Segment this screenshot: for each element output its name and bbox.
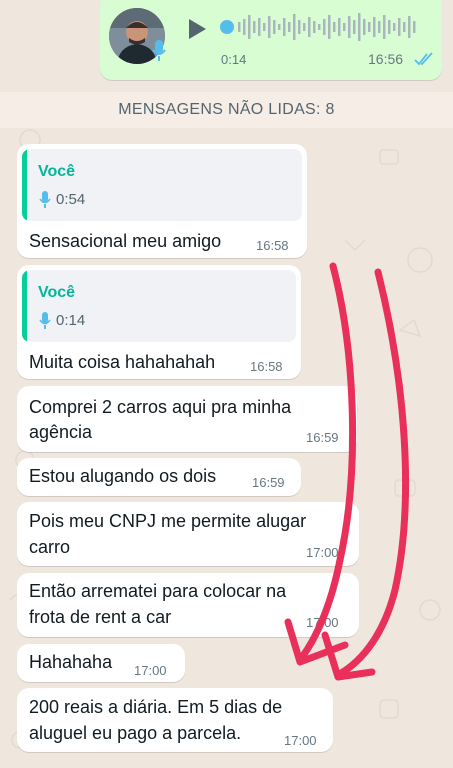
play-icon[interactable] [186,18,208,40]
incoming-message[interactable]: Pois meu CNPJ me permite alugar carro 17… [17,502,359,566]
quote-author: Você [38,284,76,301]
message-text-line: Comprei 2 carros aqui pra minha [29,397,292,417]
incoming-message[interactable]: Você 0:14 Muita coisa hahahahah 16:58 [17,265,301,379]
message-text-line: Pois meu CNPJ me permite alugar [29,511,307,531]
unread-messages-banner: MENSAGENS NÃO LIDAS: 8 [0,92,453,128]
quote-duration: 0:54 [56,191,86,208]
mic-icon [152,40,166,61]
mic-icon [39,191,51,208]
incoming-message[interactable]: Você 0:54 Sensacional meu amigo 16:58 [17,144,307,258]
voice-message-bubble[interactable]: 0:14 16:56 [100,0,442,80]
message-time: 16:59 [306,430,339,445]
message-time: 17:00 [306,615,339,630]
quote-accent-bar [22,270,27,342]
message-text-line: aluguel eu pago a parcela. [29,723,242,743]
quote-duration: 0:14 [56,312,86,329]
message-time: 16:58 [256,238,289,253]
message-text: Sensacional meu amigo [29,231,222,251]
message-time: 16:59 [252,475,285,490]
message-text-line: frota de rent a car [29,607,172,627]
incoming-message[interactable]: 200 reais a diária. Em 5 dias de aluguel… [17,688,333,752]
incoming-message[interactable]: Hahahaha 17:00 [17,644,185,682]
message-text-line: 200 reais a diária. Em 5 dias de [29,697,283,717]
message-time: 17:00 [306,545,339,560]
message-time: 16:56 [368,51,404,67]
message-time: 16:58 [250,359,283,374]
audio-waveform[interactable] [220,10,420,44]
mic-icon [39,312,51,329]
message-text-line: Então arrematei para colocar na [29,581,287,601]
message-text-line: agência [29,422,93,442]
message-text-line: carro [29,537,71,557]
incoming-message[interactable]: Então arrematei para colocar na frota de… [17,573,359,637]
message-text: Muita coisa hahahahah [29,352,216,372]
incoming-message[interactable]: Comprei 2 carros aqui pra minha agência … [17,386,357,452]
message-time: 17:00 [284,733,317,748]
quoted-message[interactable]: Você 0:54 [22,149,302,221]
quote-author: Você [38,163,76,180]
incoming-message[interactable]: Estou alugando os dois 16:59 [17,458,301,496]
message-text: Estou alugando os dois [29,466,217,486]
message-time: 17:00 [134,663,167,678]
quote-accent-bar [22,149,27,221]
quoted-message[interactable]: Você 0:14 [22,270,296,342]
unread-banner-label: MENSAGENS NÃO LIDAS: 8 [118,101,335,118]
message-text: Hahahaha [29,652,113,672]
voice-duration: 0:14 [221,52,247,67]
double-check-icon [414,52,433,66]
